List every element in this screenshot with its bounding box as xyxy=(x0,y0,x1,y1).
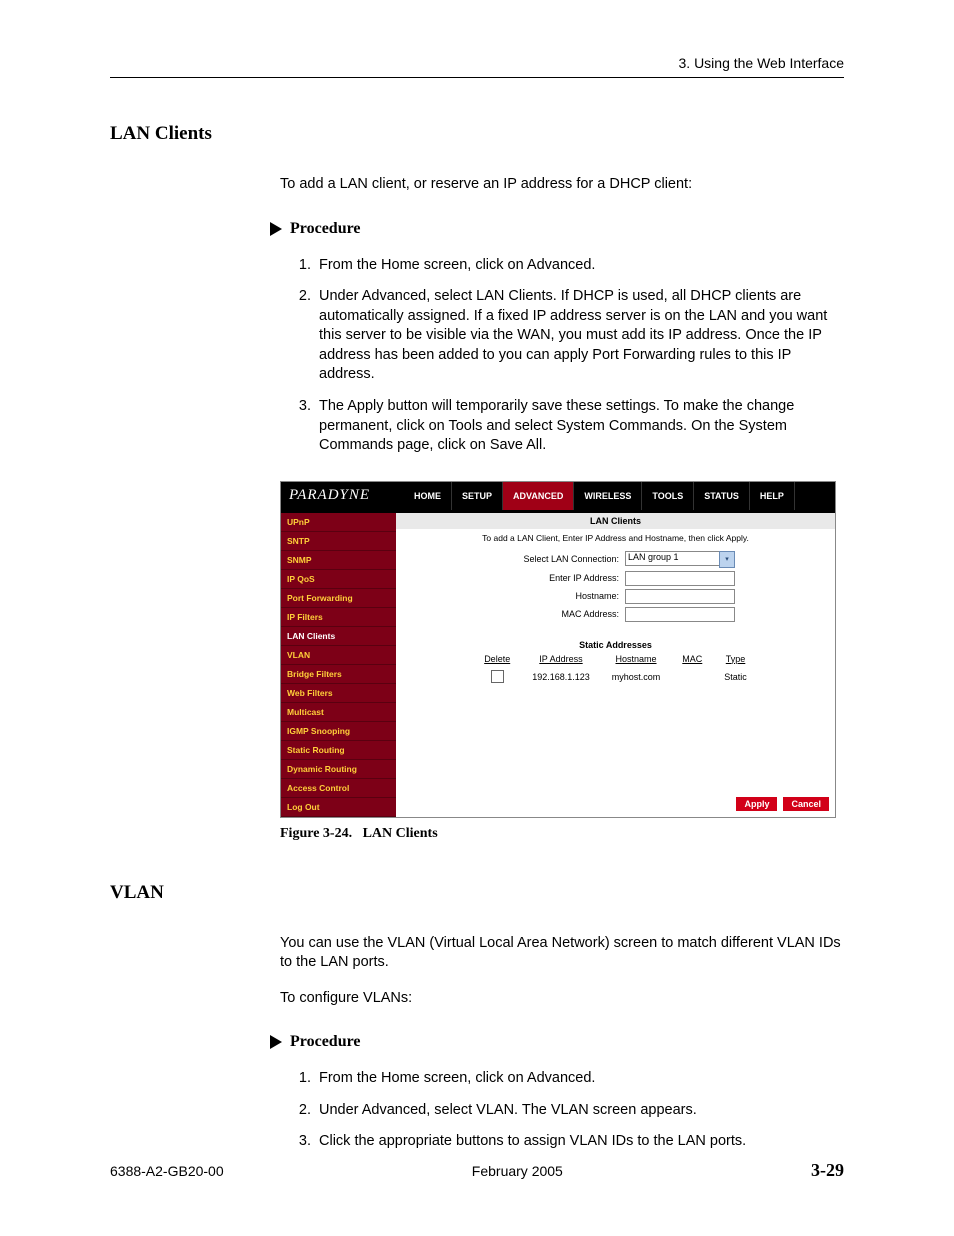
triangle-icon xyxy=(270,1035,282,1049)
cell-mac xyxy=(672,668,712,687)
sidenav-bridgefilters[interactable]: Bridge Filters xyxy=(281,665,396,684)
pane-subtitle: To add a LAN Client, Enter IP Address an… xyxy=(396,529,835,551)
page-header: 3. Using the Web Interface xyxy=(110,55,844,78)
input-mac-address[interactable] xyxy=(625,607,735,622)
content-pane: LAN Clients To add a LAN Client, Enter I… xyxy=(396,510,835,817)
input-hostname[interactable] xyxy=(625,589,735,604)
procedure-steps-1: From the Home screen, click on Advanced.… xyxy=(295,256,844,456)
nav-status[interactable]: STATUS xyxy=(694,482,750,510)
delete-checkbox[interactable] xyxy=(491,670,504,683)
sidenav-ipfilters[interactable]: IP Filters xyxy=(281,608,396,627)
triangle-icon xyxy=(270,222,282,236)
procedure-steps-2: From the Home screen, click on Advanced.… xyxy=(295,1069,844,1152)
label-lan-connection: Select LAN Connection: xyxy=(436,554,619,564)
sidenav-vlan[interactable]: VLAN xyxy=(281,646,396,665)
sidenav-ipqos[interactable]: IP QoS xyxy=(281,570,396,589)
sidenav-webfilters[interactable]: Web Filters xyxy=(281,684,396,703)
chevron-down-icon[interactable]: ▾ xyxy=(719,551,735,568)
col-hostname: Hostname xyxy=(602,652,671,666)
sidenav-multicast[interactable]: Multicast xyxy=(281,703,396,722)
doc-date: February 2005 xyxy=(472,1163,563,1179)
label-ip-address: Enter IP Address: xyxy=(436,573,619,583)
nav-tools[interactable]: TOOLS xyxy=(642,482,694,510)
nav-home[interactable]: HOME xyxy=(404,482,452,510)
sidenav-portfwd[interactable]: Port Forwarding xyxy=(281,589,396,608)
step-item: The Apply button will temporarily save t… xyxy=(315,397,844,456)
static-addresses-table: Delete IP Address Hostname MAC Type 192.… xyxy=(472,650,759,689)
nav-help[interactable]: HELP xyxy=(750,482,795,510)
intro-paragraph: To add a LAN client, or reserve an IP ad… xyxy=(280,175,844,195)
cell-host: myhost.com xyxy=(602,668,671,687)
vlan-paragraph-2: To configure VLANs: xyxy=(280,989,844,1009)
col-mac: MAC xyxy=(672,652,712,666)
nav-wireless[interactable]: WIRELESS xyxy=(574,482,642,510)
top-nav: HOME SETUP ADVANCED WIRELESS TOOLS STATU… xyxy=(404,482,795,510)
label-hostname: Hostname: xyxy=(436,591,619,601)
table-row: 192.168.1.123 myhost.com Static xyxy=(474,668,757,687)
sidenav-staticrouting[interactable]: Static Routing xyxy=(281,741,396,760)
procedure-header-2: Procedure xyxy=(270,1033,844,1051)
figure-screenshot: PARADYNE HOME SETUP ADVANCED WIRELESS TO… xyxy=(280,481,844,818)
col-ip: IP Address xyxy=(522,652,600,666)
pane-title: LAN Clients xyxy=(396,510,835,529)
doc-number: 6388-A2-GB20-00 xyxy=(110,1163,224,1179)
step-item: Click the appropriate buttons to assign … xyxy=(315,1132,844,1152)
step-item: Under Advanced, select VLAN. The VLAN sc… xyxy=(315,1101,844,1121)
vlan-paragraph-1: You can use the VLAN (Virtual Local Area… xyxy=(280,934,844,973)
cancel-button[interactable]: Cancel xyxy=(783,797,829,811)
select-lan-connection[interactable]: LAN group 1 ▾ xyxy=(625,551,735,568)
input-ip-address[interactable] xyxy=(625,571,735,586)
col-delete: Delete xyxy=(474,652,520,666)
section-heading-lan-clients: LAN Clients xyxy=(110,123,844,145)
procedure-label: Procedure xyxy=(290,220,361,238)
label-mac-address: MAC Address: xyxy=(436,609,619,619)
figure-caption: Figure 3-24. LAN Clients xyxy=(280,826,844,842)
procedure-label: Procedure xyxy=(290,1033,361,1051)
page-number: 3-29 xyxy=(811,1160,844,1181)
cell-ip: 192.168.1.123 xyxy=(522,668,600,687)
col-type: Type xyxy=(714,652,757,666)
procedure-header: Procedure xyxy=(270,220,844,238)
side-nav: UPnP SNTP SNMP IP QoS Port Forwarding IP… xyxy=(281,510,396,817)
sidenav-accesscontrol[interactable]: Access Control xyxy=(281,779,396,798)
sidenav-snmp[interactable]: SNMP xyxy=(281,551,396,570)
sidenav-upnp[interactable]: UPnP xyxy=(281,513,396,532)
cell-type: Static xyxy=(714,668,757,687)
figure-number: Figure 3-24. xyxy=(280,826,352,841)
step-item: From the Home screen, click on Advanced. xyxy=(315,256,844,276)
figure-title: LAN Clients xyxy=(363,826,438,841)
sidenav-igmp[interactable]: IGMP Snooping xyxy=(281,722,396,741)
brand-logo: PARADYNE xyxy=(281,482,404,510)
step-item: Under Advanced, select LAN Clients. If D… xyxy=(315,287,844,385)
sidenav-dynamicrouting[interactable]: Dynamic Routing xyxy=(281,760,396,779)
step-item: From the Home screen, click on Advanced. xyxy=(315,1069,844,1089)
nav-advanced[interactable]: ADVANCED xyxy=(503,482,574,510)
select-value: LAN group 1 xyxy=(625,551,719,566)
apply-button[interactable]: Apply xyxy=(736,797,777,811)
sidenav-logout[interactable]: Log Out xyxy=(281,798,396,817)
static-addresses-title: Static Addresses xyxy=(396,640,835,650)
nav-setup[interactable]: SETUP xyxy=(452,482,503,510)
page-footer: 6388-A2-GB20-00 February 2005 3-29 xyxy=(110,1160,844,1181)
section-heading-vlan: VLAN xyxy=(110,882,844,904)
sidenav-lanclients[interactable]: LAN Clients xyxy=(281,627,396,646)
sidenav-sntp[interactable]: SNTP xyxy=(281,532,396,551)
